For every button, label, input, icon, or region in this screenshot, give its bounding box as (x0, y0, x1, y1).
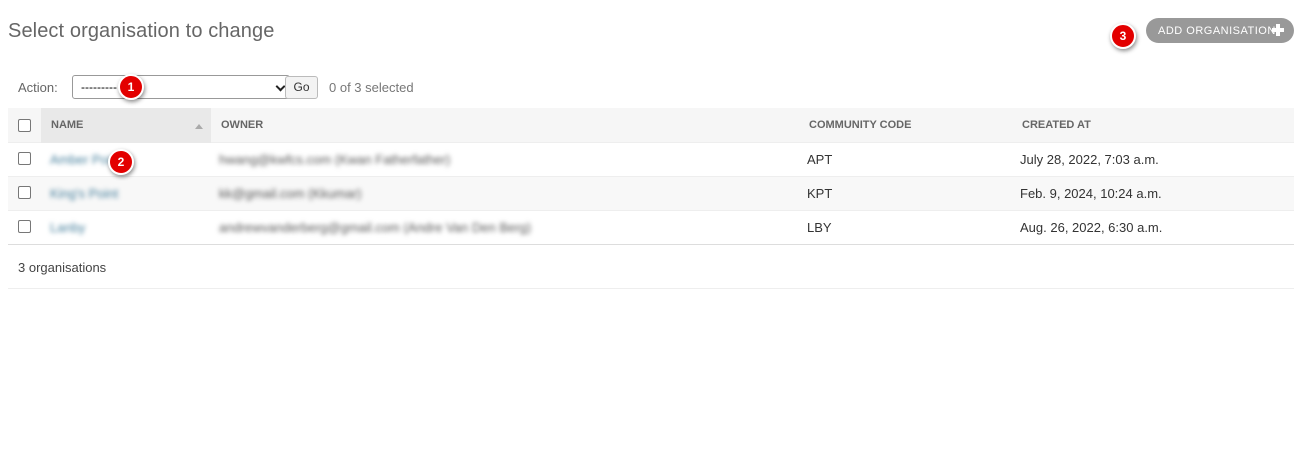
created-at-cell: July 28, 2022, 7:03 a.m. (1020, 152, 1159, 167)
community-code-cell: LBY (807, 220, 832, 235)
column-header-name[interactable]: NAME (41, 108, 211, 143)
result-count: 3 organisations (18, 260, 107, 275)
page-title: Select organisation to change (8, 20, 275, 42)
paginator: 3 organisations (8, 246, 1294, 289)
annotation-badge-1: 1 (118, 74, 144, 100)
add-organisation-label: ADD ORGANISATION (1158, 24, 1276, 37)
action-label: Action: (18, 80, 58, 95)
column-header-name-label: NAME (51, 119, 84, 131)
actions-bar: Action: --------- Go 0 of 3 selected (8, 75, 1294, 100)
add-organisation-button[interactable]: ADD ORGANISATION (1146, 18, 1294, 43)
selection-count: 0 of 3 selected (329, 80, 414, 95)
created-at-cell: Aug. 26, 2022, 6:30 a.m. (1020, 220, 1163, 235)
sort-ascending-icon[interactable] (195, 124, 203, 129)
column-header-owner[interactable]: OWNER (221, 108, 263, 143)
table-row: Amber Point hwang@kwfcs.com (Kwan Father… (8, 143, 1294, 177)
owner-cell: kk@gmail.com (Kkumar) (219, 186, 362, 201)
organisation-name-link[interactable]: King's Point (50, 177, 118, 211)
organisation-name-link[interactable]: Lanby (50, 211, 85, 245)
chevron-down-icon (275, 81, 286, 92)
annotation-badge-2: 2 (108, 149, 134, 175)
select-all-checkbox[interactable] (18, 119, 31, 132)
table-row: King's Point kk@gmail.com (Kkumar) KPT F… (8, 177, 1294, 211)
plus-icon (1272, 24, 1284, 36)
community-code-cell: APT (807, 152, 833, 167)
table-header: NAME OWNER COMMUNITY CODE CREATED AT (8, 108, 1294, 143)
results-table: NAME OWNER COMMUNITY CODE CREATED AT Amb… (8, 108, 1294, 245)
column-header-community-code[interactable]: COMMUNITY CODE (809, 108, 911, 143)
community-code-cell: KPT (807, 186, 833, 201)
row-checkbox[interactable] (18, 186, 31, 199)
action-select-value: --------- (81, 80, 117, 94)
go-button[interactable]: Go (285, 76, 318, 99)
annotation-badge-3: 3 (1110, 23, 1136, 49)
table-row: Lanby andrewvanderberg@gmail.com (Andre … (8, 211, 1294, 245)
owner-cell: hwang@kwfcs.com (Kwan Fatherfather) (219, 152, 451, 167)
row-checkbox[interactable] (18, 152, 31, 165)
row-checkbox[interactable] (18, 220, 31, 233)
created-at-cell: Feb. 9, 2024, 10:24 a.m. (1020, 186, 1162, 201)
action-select[interactable]: --------- (72, 75, 290, 99)
owner-cell: andrewvanderberg@gmail.com (Andre Van De… (219, 220, 532, 235)
column-header-created-at[interactable]: CREATED AT (1022, 108, 1091, 143)
